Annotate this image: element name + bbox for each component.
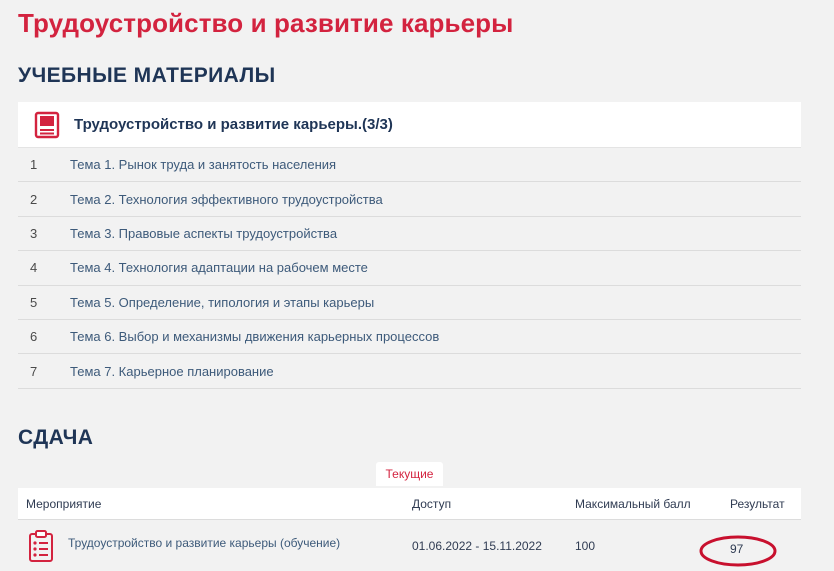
page: Трудоустройство и развитие карьеры УЧЕБН… [0,0,834,571]
book-icon [32,110,62,140]
result-value: 97 [730,542,744,556]
topic-link[interactable]: Тема 7. Карьерное планирование [70,364,274,379]
topic-number: 2 [30,191,38,207]
max-score-value: 100 [575,538,596,553]
table-header: Мероприятие Доступ Максимальный балл Рез… [18,488,801,520]
list-item[interactable]: 7 Тема 7. Карьерное планирование [18,354,801,389]
list-item[interactable]: 4 Тема 4. Технология адаптации на рабоче… [18,251,801,286]
list-item[interactable]: 2 Тема 2. Технология эффективного трудоу… [18,182,801,217]
list-item[interactable]: 5 Тема 5. Определение, типология и этапы… [18,285,801,320]
list-item[interactable]: 6 Тема 6. Выбор и механизмы движения кар… [18,319,801,355]
event-link[interactable]: Трудоустройство и развитие карьеры (обуч… [68,536,340,550]
topic-number: 4 [30,260,38,276]
topic-number: 6 [30,329,38,345]
column-header-access: Доступ [412,496,452,511]
list-item[interactable]: 3 Тема 3. Правовые аспекты трудоустройст… [18,216,801,252]
topic-link[interactable]: Тема 3. Правовые аспекты трудоустройства [70,226,337,241]
access-dates: 01.06.2022 - 15.11.2022 [412,538,542,553]
column-header-max-score: Максимальный балл [575,496,691,511]
course-title: Трудоустройство и развитие карьеры.(3/3) [74,116,393,133]
topic-link[interactable]: Тема 1. Рынок труда и занятость населени… [70,157,336,172]
column-header-event: Мероприятие [26,496,102,511]
topic-number: 5 [30,294,38,310]
list-item[interactable]: 1 Тема 1. Рынок труда и занятость населе… [18,148,801,183]
materials-section-title: УЧЕБНЫЕ МАТЕРИАЛЫ [18,64,276,87]
clipboard-icon [26,528,56,564]
topic-link[interactable]: Тема 2. Технология эффективного трудоуст… [70,192,383,207]
topic-number: 7 [30,363,38,379]
topic-number: 1 [30,157,38,173]
course-header[interactable]: Трудоустройство и развитие карьеры.(3/3) [18,102,801,148]
tab-current[interactable]: Текущие [376,462,443,486]
exam-section-title: СДАЧА [18,426,94,449]
topic-link[interactable]: Тема 6. Выбор и механизмы движения карье… [70,329,439,344]
page-title: Трудоустройство и развитие карьеры [18,8,514,38]
table-row[interactable]: Трудоустройство и развитие карьеры (обуч… [18,520,801,571]
column-header-result: Результат [730,496,785,511]
topic-link[interactable]: Тема 5. Определение, типология и этапы к… [70,295,374,310]
result-cell: 97 [698,534,778,567]
topic-number: 3 [30,225,38,241]
topic-link[interactable]: Тема 4. Технология адаптации на рабочем … [70,260,368,275]
event-cell: Трудоустройство и развитие карьеры (обуч… [26,520,340,571]
topics-list: 1 Тема 1. Рынок труда и занятость населе… [18,148,801,389]
